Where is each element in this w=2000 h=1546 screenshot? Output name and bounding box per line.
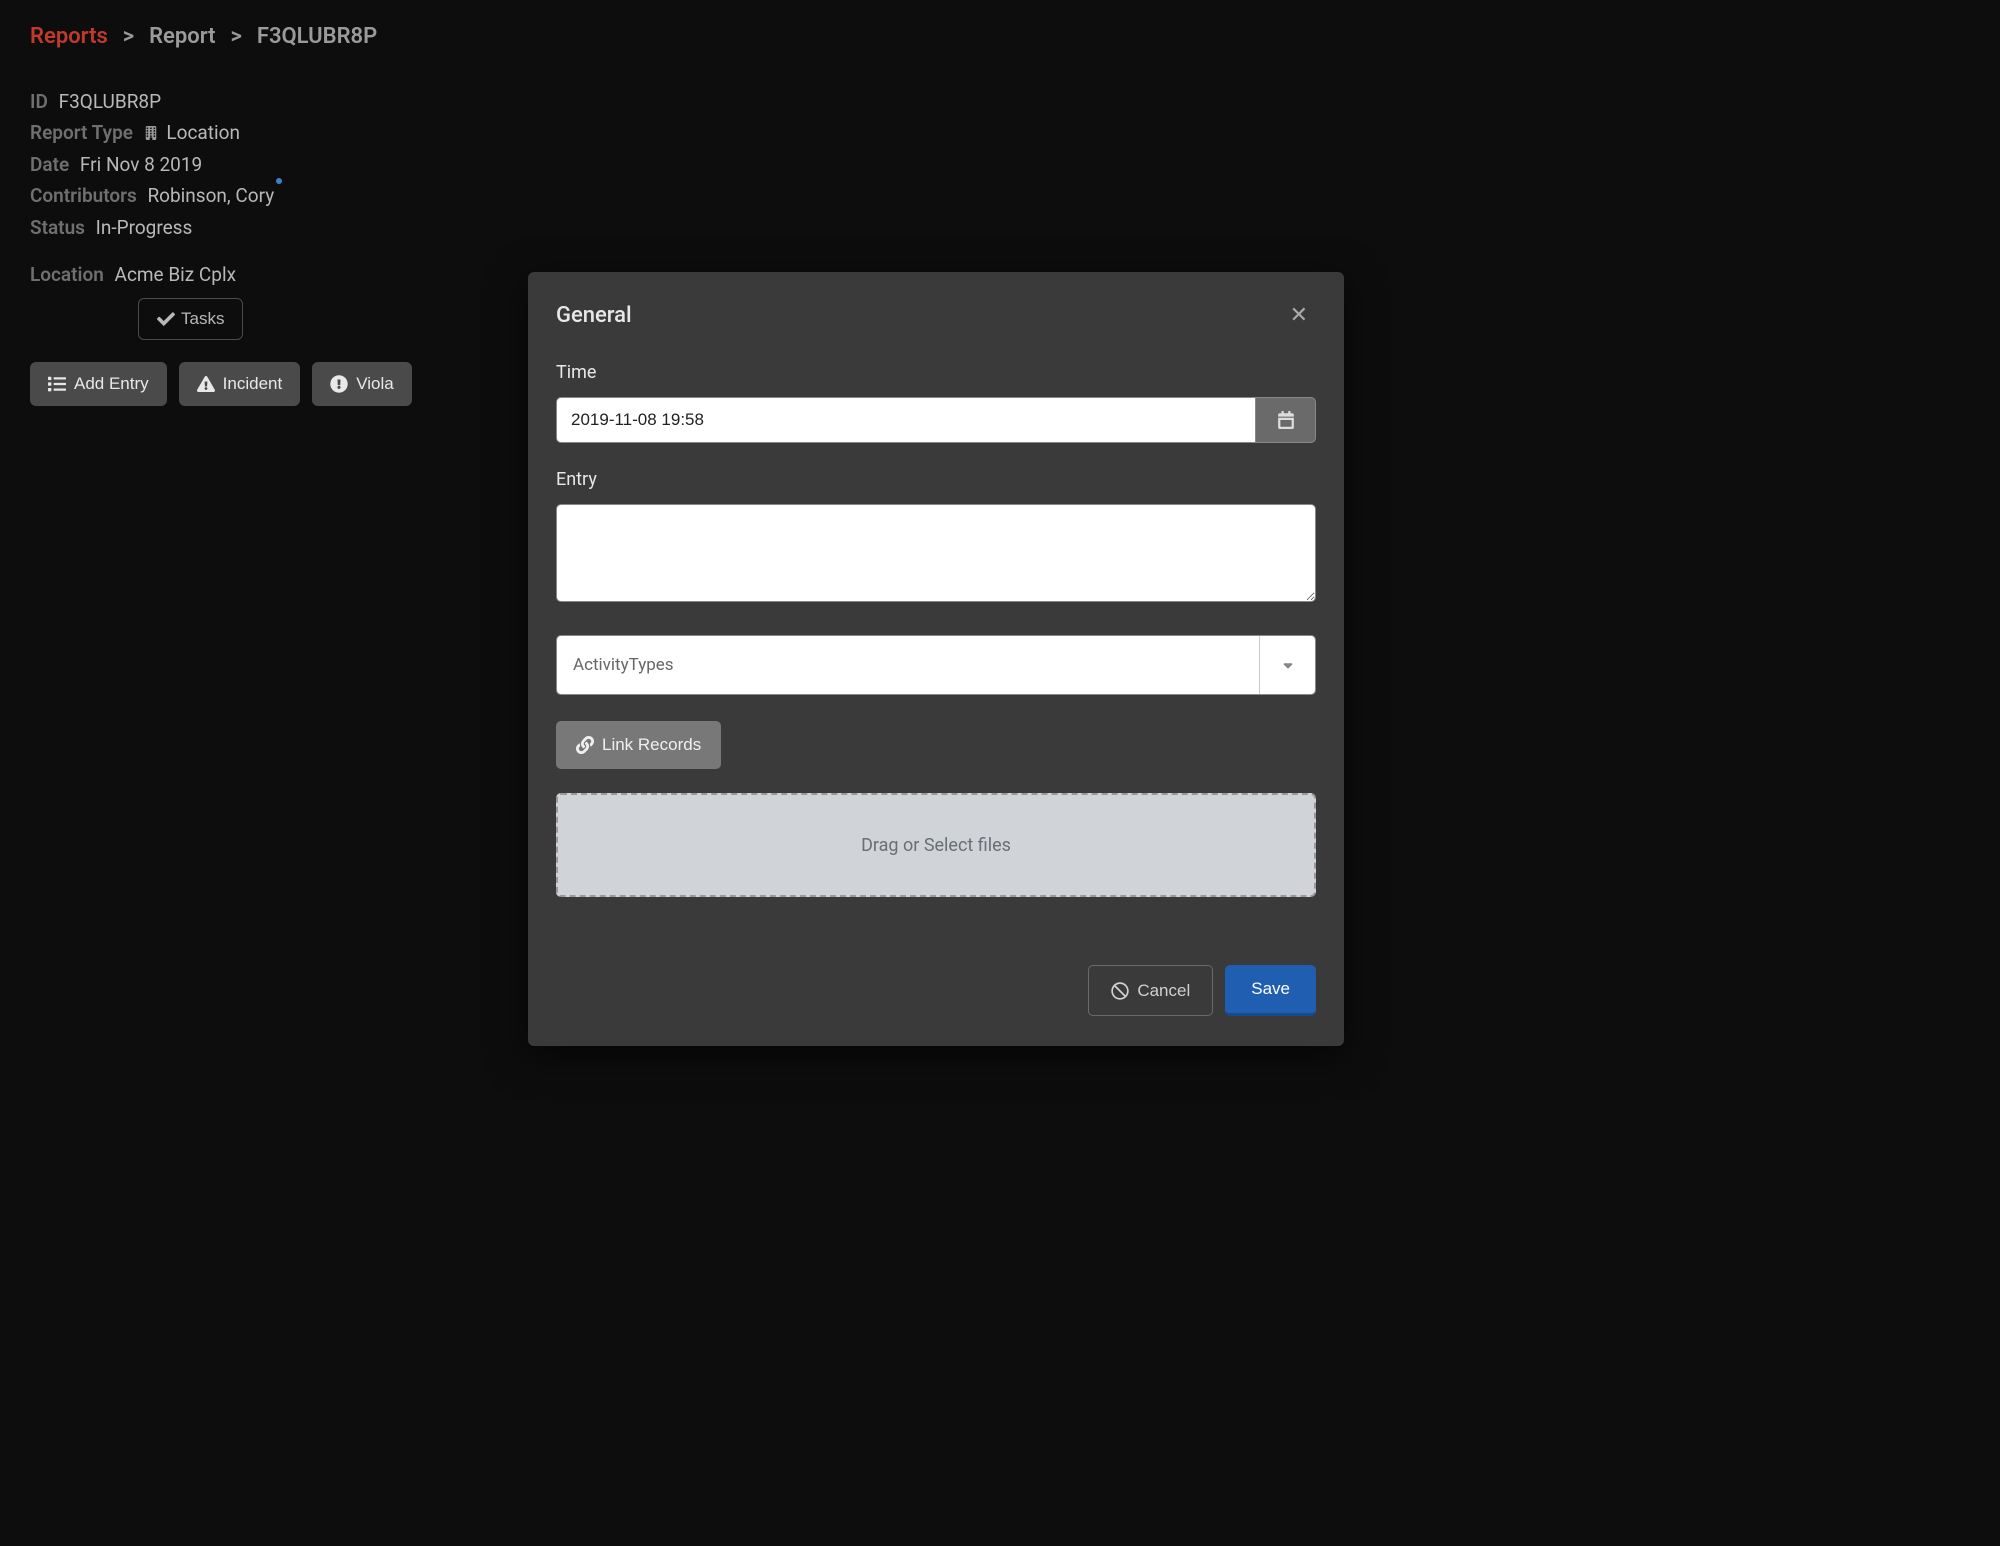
exclamation-circle-icon [330,375,348,393]
meta-type-label: Report Type [30,121,133,144]
close-button[interactable]: ✕ [1282,298,1316,332]
meta-contrib-value[interactable]: Robinson, Cory [147,184,274,207]
activity-types-select[interactable]: ActivityTypes [556,635,1316,695]
incident-button[interactable]: Incident [179,362,301,406]
meta-date-label: Date [30,153,69,176]
close-icon: ✕ [1290,302,1308,327]
calendar-icon [1277,411,1295,429]
contributor-indicator-icon [276,178,282,184]
list-icon [48,375,66,393]
meta-date-value: Fri Nov 8 2019 [80,153,202,176]
link-icon [576,736,594,754]
cancel-label: Cancel [1137,981,1190,1001]
link-records-label: Link Records [602,735,701,755]
tasks-label: Tasks [181,309,224,329]
add-entry-label: Add Entry [74,374,149,394]
chevron-down-icon [1259,636,1315,694]
violation-button[interactable]: Viola [312,362,412,406]
dropzone-text: Drag or Select files [861,835,1011,856]
check-icon [157,310,175,328]
meta-status-label: Status [30,216,85,239]
breadcrumb-sep: > [225,24,247,49]
entry-textarea[interactable] [556,504,1316,602]
breadcrumb-report[interactable]: Report [149,24,215,49]
modal-title: General [556,303,632,328]
save-button[interactable]: Save [1225,965,1316,1016]
time-input[interactable] [556,397,1256,443]
meta-status-value: In-Progress [96,216,193,239]
tasks-button[interactable]: Tasks [138,298,243,340]
calendar-button[interactable] [1256,397,1316,443]
meta-id-value: F3QLUBR8P [59,90,162,113]
violation-label: Viola [356,374,394,394]
activity-types-placeholder: ActivityTypes [573,655,674,675]
report-meta: ID F3QLUBR8P Report Type Location Date F… [30,87,1970,243]
general-modal: General ✕ Time Entry ActivityTypes Link … [528,272,1344,1046]
meta-id-label: ID [30,90,48,113]
time-label: Time [556,362,1316,383]
meta-contrib-label: Contributors [30,184,137,207]
entry-label: Entry [556,469,1316,490]
ban-icon [1111,982,1129,1000]
add-entry-button[interactable]: Add Entry [30,362,167,406]
building-icon [144,126,158,140]
location-value: Acme Biz Cplx [115,263,236,286]
save-label: Save [1251,979,1290,998]
breadcrumb-root[interactable]: Reports [30,24,108,49]
link-records-button[interactable]: Link Records [556,721,721,769]
cancel-button[interactable]: Cancel [1088,965,1213,1016]
location-label: Location [30,263,104,286]
warning-triangle-icon [197,375,215,393]
meta-type-value: Location [166,121,240,144]
breadcrumb-sep: > [117,24,139,49]
breadcrumb: Reports > Report > F3QLUBR8P [30,24,1970,49]
file-dropzone[interactable]: Drag or Select files [556,793,1316,897]
incident-label: Incident [223,374,283,394]
breadcrumb-leaf: F3QLUBR8P [257,24,377,49]
